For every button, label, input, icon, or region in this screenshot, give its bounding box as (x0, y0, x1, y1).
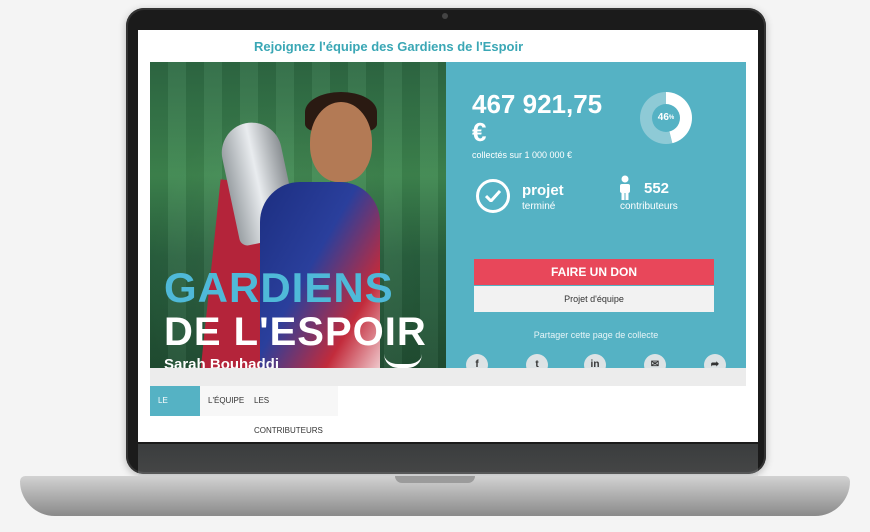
share-label: Partager cette page de collecte (533, 330, 659, 340)
base-notch (395, 476, 475, 483)
hero-title-line1: GARDIENS (164, 264, 394, 311)
tab-l-equipe[interactable]: L'ÉQUIPE (200, 386, 246, 416)
hero-title-line2: DE L'ESPOIR (164, 310, 427, 354)
status-sub: terminé (522, 201, 556, 212)
tab-le-projet[interactable]: LE PROJET (150, 386, 200, 435)
camera (442, 13, 448, 19)
player-head (310, 102, 372, 182)
progress-percent: 46% (652, 104, 680, 132)
laptop-base (20, 476, 850, 516)
contributors-label: contributeurs (620, 201, 678, 212)
person-icon (620, 175, 630, 200)
status-label: projet (522, 182, 564, 199)
donate-button[interactable]: FAIRE UN DON (474, 259, 714, 285)
progress-donut: 46% (640, 92, 692, 144)
team-project-button[interactable]: Projet d'équipe (474, 286, 714, 312)
collected-amount: 467 921,75 € (472, 89, 603, 147)
panel-footer-bar (150, 368, 746, 386)
check-circle-icon (476, 179, 510, 213)
contributors-count: 552 (644, 180, 670, 197)
collected-goal: collectés sur 1 000 000 € (472, 150, 573, 160)
hero-image: GARDIENS DE L'ESPOIR Sarah Bouhaddi (150, 62, 446, 386)
donation-panel: 467 921,75 € collectés sur 1 000 000 € 4… (446, 62, 746, 376)
screen: Rejoignez l'équipe des Gardiens de l'Esp… (138, 30, 758, 442)
tab-les-contributeurs[interactable]: LES CONTRIBUTEURS (246, 386, 338, 435)
page-title: Rejoignez l'équipe des Gardiens de l'Esp… (254, 39, 524, 54)
